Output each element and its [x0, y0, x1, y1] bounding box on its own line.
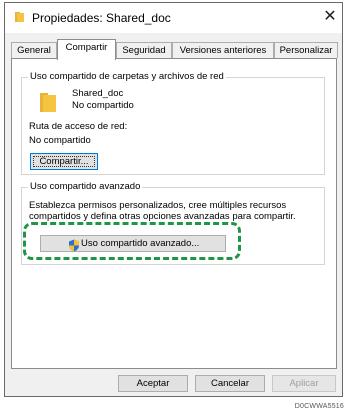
tab-compartir[interactable]: Compartir [57, 39, 116, 60]
share-button[interactable]: Compartir... [30, 153, 98, 170]
figure-caption: D0CWWA5516 [294, 403, 344, 410]
tab-bar: General Compartir Seguridad Versiones an… [11, 39, 338, 60]
tab-seguridad[interactable]: Seguridad [116, 42, 172, 58]
apply-button[interactable]: Aplicar [272, 375, 336, 392]
window-title: Propiedades: Shared_doc [32, 11, 171, 25]
network-path-value: No compartido [29, 135, 91, 146]
title-bar: Propiedades: Shared_doc ✕ [5, 3, 342, 33]
tab-general[interactable]: General [11, 42, 57, 58]
network-path-label: Ruta de acceso de red: [29, 121, 128, 132]
network-sharing-group: Uso compartido de carpetas y archivos de… [21, 71, 325, 175]
folder-status: No compartido [72, 100, 134, 111]
ok-button[interactable]: Aceptar [118, 375, 188, 392]
sharing-panel: Uso compartido de carpetas y archivos de… [11, 58, 337, 369]
folder-icon [15, 12, 24, 22]
tab-versiones-anteriores[interactable]: Versiones anteriores [172, 42, 274, 58]
advanced-sharing-highlight [23, 222, 241, 260]
cancel-button[interactable]: Cancelar [195, 375, 265, 392]
advanced-sharing-title: Uso compartido avanzado [28, 181, 143, 193]
network-sharing-title: Uso compartido de carpetas y archivos de… [28, 71, 226, 83]
tab-personalizar[interactable]: Personalizar [274, 42, 338, 58]
close-icon[interactable]: ✕ [323, 8, 337, 26]
folder-name: Shared_doc [72, 88, 124, 99]
folder-icon [40, 93, 56, 112]
properties-dialog: Propiedades: Shared_doc ✕ General Compar… [4, 2, 343, 397]
